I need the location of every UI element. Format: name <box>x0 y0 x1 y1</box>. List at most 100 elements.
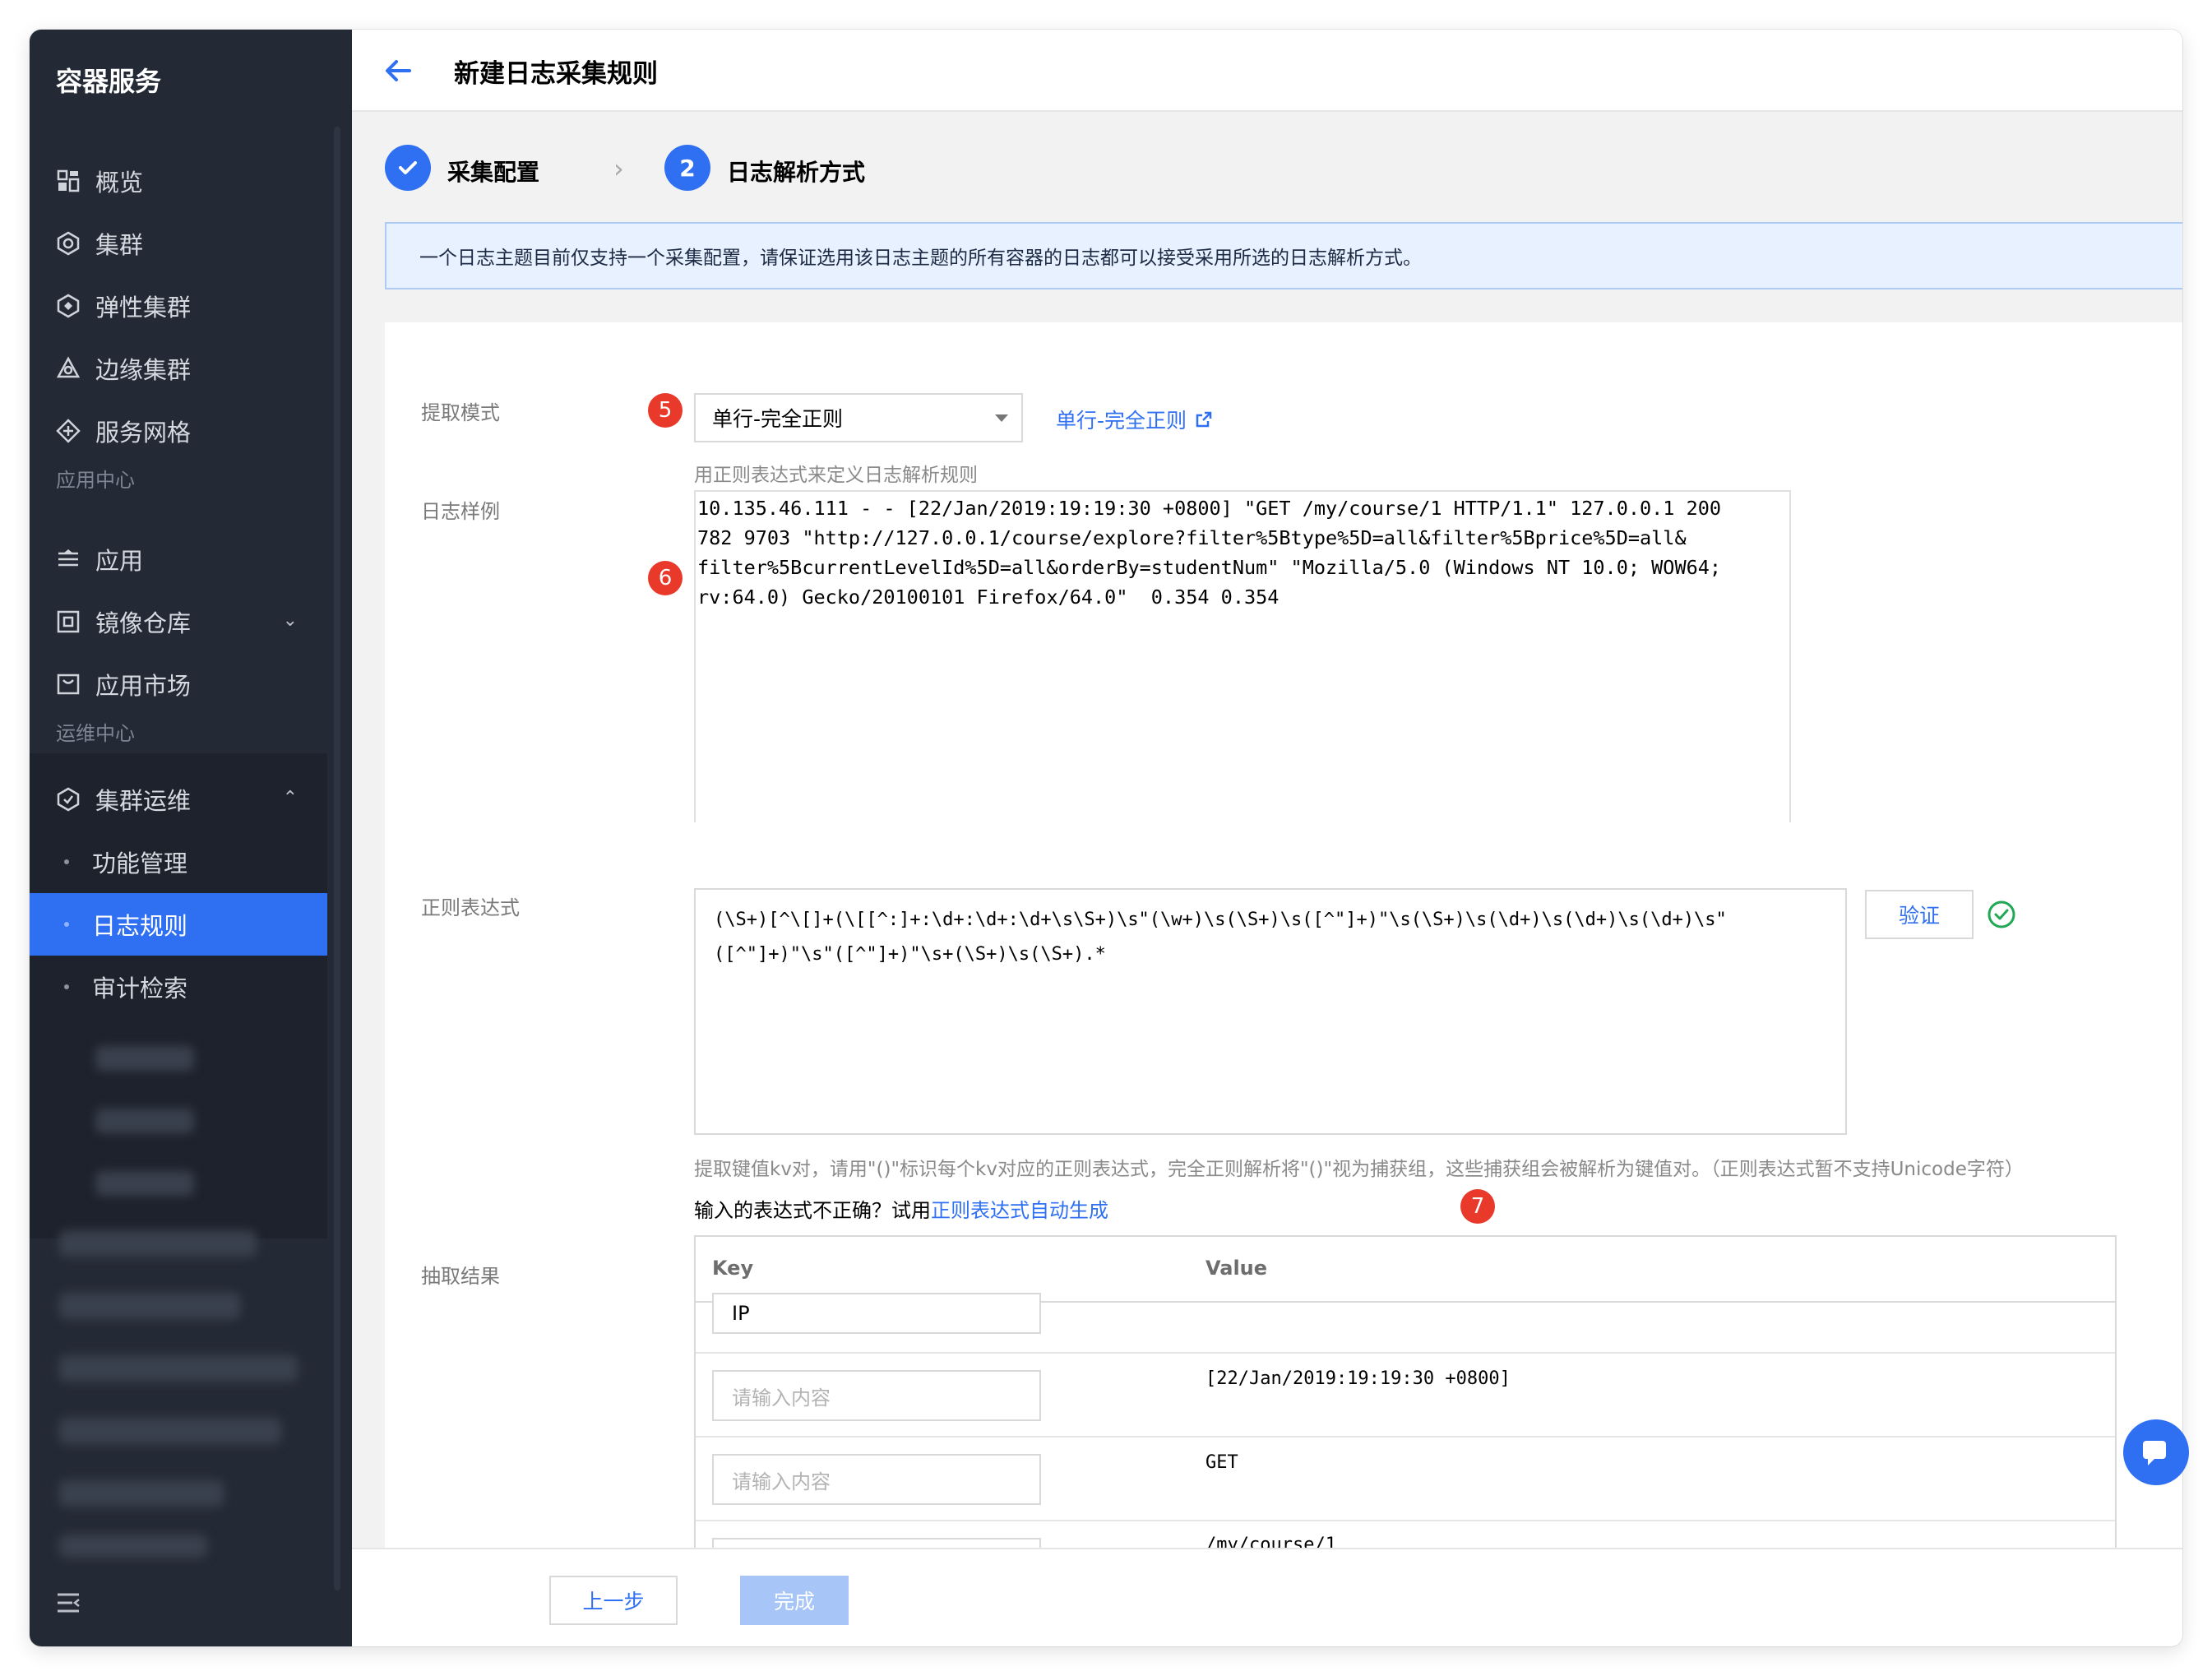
image-repo-icon <box>56 609 81 634</box>
redacted-item <box>59 1480 224 1507</box>
step-label: 采集配置 <box>447 159 540 186</box>
regex-textarea[interactable]: (\S+)[^\[]+(\[[^:]+:\d+:\d+:\d+\s\S+)\s"… <box>694 888 1847 1135</box>
sidebar: 容器服务 概览 集群 弹性集群 边缘集群 服务网格 应用中心 应用 镜像仓库 ⌄… <box>30 30 352 1646</box>
main-content: 新建日志采集规则 采集配置 › 2 日志解析方式 一个日志主题目前仅支持一个采集… <box>352 30 2182 1646</box>
label-result: 抽取结果 <box>421 1265 500 1288</box>
sidebar-item-overview[interactable]: 概览 <box>30 150 327 212</box>
app-window: 容器服务 概览 集群 弹性集群 边缘集群 服务网格 应用中心 应用 镜像仓库 ⌄… <box>30 30 2182 1646</box>
app-market-icon <box>56 672 81 697</box>
value-cell: [22/Jan/2019:19:19:30 +0800] <box>1205 1368 1511 1389</box>
edge-cluster-icon <box>56 356 81 381</box>
redacted-item <box>95 1046 194 1071</box>
table-row: IP <box>696 1293 2115 1354</box>
result-table: Key Value IP 请输入内容 [22/Jan/2019:19:19:30… <box>694 1235 2117 1572</box>
sidebar-item-cluster[interactable]: 集群 <box>30 212 327 275</box>
redacted-item <box>59 1293 240 1319</box>
elastic-cluster-icon <box>56 294 81 318</box>
back-arrow-icon[interactable] <box>382 54 414 87</box>
sidebar-item-label: 弹性集群 <box>95 294 192 322</box>
regex-hint: 输入的表达式不正确？试用 正则表达式自动生成 <box>694 1194 1108 1223</box>
sidebar-item-label: 功能管理 <box>92 850 188 877</box>
redacted-item <box>95 1109 194 1133</box>
previous-step-button[interactable]: 上一步 <box>549 1576 678 1625</box>
sidebar-item-feature-management[interactable]: 功能管理 <box>30 831 327 893</box>
key-input[interactable]: 请输入内容 <box>712 1454 1041 1505</box>
chevron-down-icon: ⌄ <box>282 610 298 631</box>
chevron-right-icon: › <box>613 153 624 184</box>
sidebar-item-label: 集群运维 <box>95 787 192 815</box>
sidebar-item-log-rules[interactable]: 日志规则 <box>30 893 327 956</box>
key-input[interactable]: IP <box>712 1293 1041 1334</box>
extract-mode-help: 用正则表达式来定义日志解析规则 <box>694 465 978 486</box>
redacted-item <box>59 1355 298 1382</box>
sidebar-item-audit-search[interactable]: 审计检索 <box>30 956 327 1018</box>
select-value: 单行-完全正则 <box>712 407 844 431</box>
column-header-value: Value <box>1205 1257 1268 1280</box>
regex-auto-generate-link[interactable]: 正则表达式自动生成 <box>931 1194 1108 1223</box>
brand-title: 容器服务 <box>56 66 162 97</box>
regex-help: 提取键值kv对，请用"()"标识每个kv对应的正则表达式，完全正则解析将"()"… <box>694 1159 2024 1180</box>
step-badge: 5 <box>648 393 683 428</box>
value-cell: GET <box>1205 1452 1238 1473</box>
sidebar-item-edge-cluster[interactable]: 边缘集群 <box>30 337 327 400</box>
service-mesh-icon <box>56 419 81 443</box>
dashboard-icon <box>56 169 81 193</box>
sidebar-item-label: 应用 <box>95 547 144 575</box>
sidebar-item-image-repo[interactable]: 镜像仓库 ⌄ <box>30 590 327 653</box>
step-indicator: 采集配置 › 2 日志解析方式 <box>385 145 1372 202</box>
section-ops-center: 运维中心 <box>56 722 135 745</box>
app-icon <box>56 547 81 572</box>
sidebar-item-app-market[interactable]: 应用市场 <box>30 653 327 715</box>
top-bar: 新建日志采集规则 <box>352 30 2182 112</box>
ops-group: 集群运维 ⌃ 功能管理 日志规则 审计检索 <box>30 753 327 1238</box>
doc-link-text: 单行-完全正则 <box>1056 409 1187 433</box>
step-label: 日志解析方式 <box>727 159 866 186</box>
page-title: 新建日志采集规则 <box>454 59 658 89</box>
redacted-item <box>59 1535 207 1558</box>
chat-support-button[interactable] <box>2123 1419 2189 1485</box>
sidebar-item-label: 服务网格 <box>95 419 192 447</box>
sidebar-item-label: 审计检索 <box>92 975 188 1002</box>
table-row: 请输入内容 GET <box>696 1438 2115 1521</box>
finish-button[interactable]: 完成 <box>740 1576 849 1625</box>
verify-button[interactable]: 验证 <box>1865 890 1974 939</box>
step-badge: 6 <box>648 561 683 595</box>
bullet-dot <box>64 859 69 864</box>
cluster-ops-icon <box>56 787 81 812</box>
sidebar-item-label: 集群 <box>95 231 144 259</box>
step-number: 2 <box>664 145 710 191</box>
sidebar-scrollbar[interactable] <box>334 127 340 1590</box>
redacted-item <box>59 1418 281 1444</box>
label-log-sample: 日志样例 <box>421 500 500 523</box>
sidebar-item-label: 边缘集群 <box>95 356 192 384</box>
sidebar-item-label: 日志规则 <box>92 912 188 940</box>
section-app-center: 应用中心 <box>56 469 135 492</box>
sidebar-item-label: 概览 <box>95 169 144 197</box>
extract-mode-doc-link[interactable]: 单行-完全正则 <box>1056 405 1213 434</box>
step-badge: 7 <box>1460 1189 1495 1224</box>
step-done-check-icon <box>385 145 431 191</box>
label-regex: 正则表达式 <box>421 896 520 919</box>
sidebar-item-service-mesh[interactable]: 服务网格 <box>30 400 327 462</box>
form-footer: 上一步 完成 <box>352 1548 2182 1646</box>
regex-hint-prefix: 输入的表达式不正确？试用 <box>694 1199 931 1222</box>
bullet-dot <box>64 922 69 927</box>
collapse-menu-icon[interactable] <box>56 1592 81 1617</box>
check-circle-icon <box>1988 901 2015 928</box>
sidebar-item-app[interactable]: 应用 <box>30 528 327 590</box>
table-row: 请输入内容 [22/Jan/2019:19:19:30 +0800] <box>696 1354 2115 1438</box>
form-panel: 提取模式 5 单行-完全正则 单行-完全正则 用正则表达式来定义日志解析规则 日… <box>385 322 2182 1572</box>
sidebar-item-label: 镜像仓库 <box>95 609 192 637</box>
sidebar-item-cluster-ops[interactable]: 集群运维 ⌃ <box>30 768 327 831</box>
extract-mode-select[interactable]: 单行-完全正则 <box>694 393 1023 442</box>
sidebar-item-label: 应用市场 <box>95 672 192 700</box>
info-notice: 一个日志主题目前仅支持一个采集配置，请保证选用该日志主题的所有容器的日志都可以接… <box>385 222 2182 289</box>
cluster-icon <box>56 231 81 256</box>
label-extract-mode: 提取模式 <box>421 401 500 424</box>
bullet-dot <box>64 984 69 989</box>
log-sample-textarea[interactable]: 10.135.46.111 - - [22/Jan/2019:19:19:30 … <box>694 490 1791 822</box>
redacted-item <box>95 1171 194 1196</box>
key-input[interactable]: 请输入内容 <box>712 1370 1041 1421</box>
sidebar-item-elastic-cluster[interactable]: 弹性集群 <box>30 275 327 337</box>
external-link-icon <box>1196 411 1212 428</box>
